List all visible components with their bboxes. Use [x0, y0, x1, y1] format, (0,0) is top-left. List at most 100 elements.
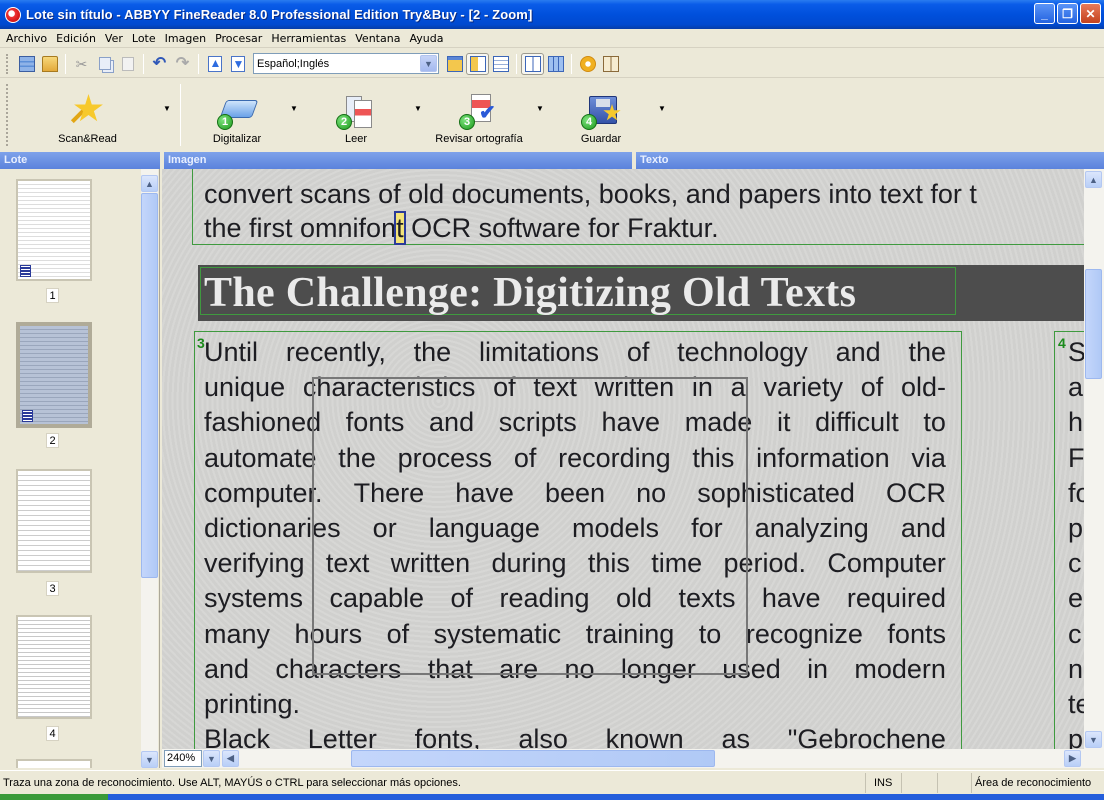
undo-button[interactable]: ↶	[148, 53, 171, 75]
paste-button[interactable]	[116, 53, 139, 75]
next-page-button[interactable]	[226, 53, 249, 75]
previous-page-icon	[207, 55, 222, 72]
word: computer.	[204, 477, 323, 508]
menu-procesar[interactable]: Procesar	[211, 32, 266, 45]
revisar-ortografia-button[interactable]: ✔ 3 Revisar ortografía	[425, 80, 533, 150]
image-vertical-scrollbar[interactable]: ▲ ▼	[1084, 169, 1104, 749]
imagen-panel-header: Imagen	[164, 152, 632, 169]
step-badge: 4	[581, 114, 597, 130]
batch-panel: 1 2 3 4 ▲ ▼	[0, 169, 160, 768]
open-batch-button[interactable]	[38, 53, 61, 75]
previous-page-button[interactable]	[203, 53, 226, 75]
image-vscroll-thumb[interactable]	[1085, 269, 1102, 379]
dictionary-button[interactable]	[599, 53, 622, 75]
scanner-icon: 1	[217, 92, 259, 130]
title-bar: Lote sin título - ABBYY FineReader 8.0 P…	[0, 0, 1104, 29]
new-batch-icon	[18, 55, 35, 72]
new-batch-button[interactable]	[15, 53, 38, 75]
revisar-ortografia-dropdown[interactable]: ▼	[533, 80, 547, 150]
batch-scrollbar[interactable]: ▲ ▼	[141, 169, 158, 768]
copy-button[interactable]	[93, 53, 116, 75]
menu-lote[interactable]: Lote	[128, 32, 160, 45]
minimize-button[interactable]: _	[1034, 3, 1055, 24]
zone-line: h	[1068, 407, 1084, 438]
scroll-right-button[interactable]: ▶	[1064, 750, 1081, 767]
scroll-up-button[interactable]: ▲	[141, 175, 158, 192]
scan-read-dropdown[interactable]: ▼	[160, 80, 174, 150]
next-page-icon	[230, 55, 245, 72]
table-button[interactable]	[544, 53, 567, 75]
selection-rectangle[interactable]	[312, 377, 748, 675]
scroll-down-button[interactable]: ▼	[1085, 731, 1102, 748]
zone-line: c	[1068, 618, 1082, 649]
word: modern	[854, 653, 946, 684]
guardar-button[interactable]: 4 Guardar	[547, 80, 655, 150]
guardar-dropdown[interactable]: ▼	[655, 80, 669, 150]
toolbar-grip[interactable]	[6, 53, 9, 74]
status-bar: Traza una zona de reconocimiento. Use AL…	[0, 770, 1104, 794]
zoom-dropdown-button[interactable]: ▼	[203, 750, 220, 767]
redo-button[interactable]: ↷	[171, 53, 194, 75]
word: it	[776, 407, 791, 438]
page-thumbnail-5[interactable]	[16, 759, 92, 768]
batch-scrollbar-thumb[interactable]	[141, 193, 158, 578]
standard-toolbar: ✂ ↶ ↷ Español;Inglés ▼	[0, 50, 1104, 78]
close-icon: ✕	[1085, 6, 1096, 21]
texto-panel-header: Texto	[636, 152, 1104, 169]
image-view-icon	[446, 55, 463, 72]
heading-text: The Challenge: Digitizing Old Texts	[204, 270, 857, 316]
minimize-icon: _	[1041, 6, 1048, 21]
image-pane[interactable]: convert scans of old documents, books, a…	[162, 169, 1104, 749]
scroll-left-button[interactable]: ◀	[222, 750, 239, 767]
app-icon[interactable]	[5, 6, 21, 23]
text-view-icon	[492, 55, 509, 72]
page-number: 4	[46, 726, 59, 741]
menu-edicion[interactable]: Edición	[52, 32, 100, 45]
image-text-view-button[interactable]	[466, 52, 489, 75]
zoom-level-select[interactable]: 240%	[164, 750, 202, 767]
two-page-button[interactable]	[521, 52, 544, 75]
toolbar-separator	[180, 84, 181, 146]
text-view-button[interactable]	[489, 53, 512, 75]
options-gear-icon	[579, 55, 596, 72]
text-segment: OCR software for Fraktur.	[403, 213, 719, 243]
leer-dropdown[interactable]: ▼	[411, 80, 425, 150]
spell-check-icon: ✔ 3	[459, 92, 499, 130]
scroll-down-button[interactable]: ▼	[141, 751, 158, 768]
image-view-button[interactable]	[443, 53, 466, 75]
menu-ver[interactable]: Ver	[101, 32, 127, 45]
word: "Gebrochene	[787, 724, 946, 749]
menu-ayuda[interactable]: Ayuda	[405, 32, 447, 45]
restore-button[interactable]: ❐	[1057, 3, 1078, 24]
language-select[interactable]: Español;Inglés ▼	[253, 53, 439, 74]
digitalizar-dropdown[interactable]: ▼	[287, 80, 301, 150]
scan-read-button[interactable]: Scan&Read	[15, 80, 160, 150]
options-button[interactable]	[576, 53, 599, 75]
leer-button[interactable]: 2 Leer	[301, 80, 411, 150]
zone-number: 4	[1058, 335, 1066, 351]
toolbar-grip[interactable]	[6, 84, 9, 146]
zone-line: F	[1068, 442, 1085, 473]
menu-ventana[interactable]: Ventana	[351, 32, 404, 45]
chevron-down-icon[interactable]: ▼	[420, 55, 437, 72]
scroll-up-button[interactable]: ▲	[1085, 171, 1102, 188]
image-hscroll-thumb[interactable]	[351, 750, 715, 767]
word: and	[900, 513, 946, 543]
two-page-icon	[524, 55, 541, 72]
word: as	[721, 724, 750, 749]
word: OCR	[885, 477, 946, 508]
menu-herramientas[interactable]: Herramientas	[267, 32, 350, 45]
page-thumbnail-1[interactable]	[16, 179, 92, 281]
menu-archivo[interactable]: Archivo	[2, 32, 51, 45]
page-thumbnail-3[interactable]	[16, 469, 92, 573]
menu-imagen[interactable]: Imagen	[161, 32, 210, 45]
toolbar-separator	[516, 53, 517, 74]
page-thumbnail-4[interactable]	[16, 615, 92, 719]
recognized-page-icon	[20, 265, 31, 277]
digitalizar-button[interactable]: 1 Digitalizar	[187, 80, 287, 150]
word: information	[756, 442, 890, 473]
close-button[interactable]: ✕	[1080, 3, 1101, 24]
guardar-label: Guardar	[580, 133, 622, 145]
page-thumbnail-2[interactable]	[16, 322, 92, 428]
cut-button[interactable]: ✂	[70, 53, 93, 75]
